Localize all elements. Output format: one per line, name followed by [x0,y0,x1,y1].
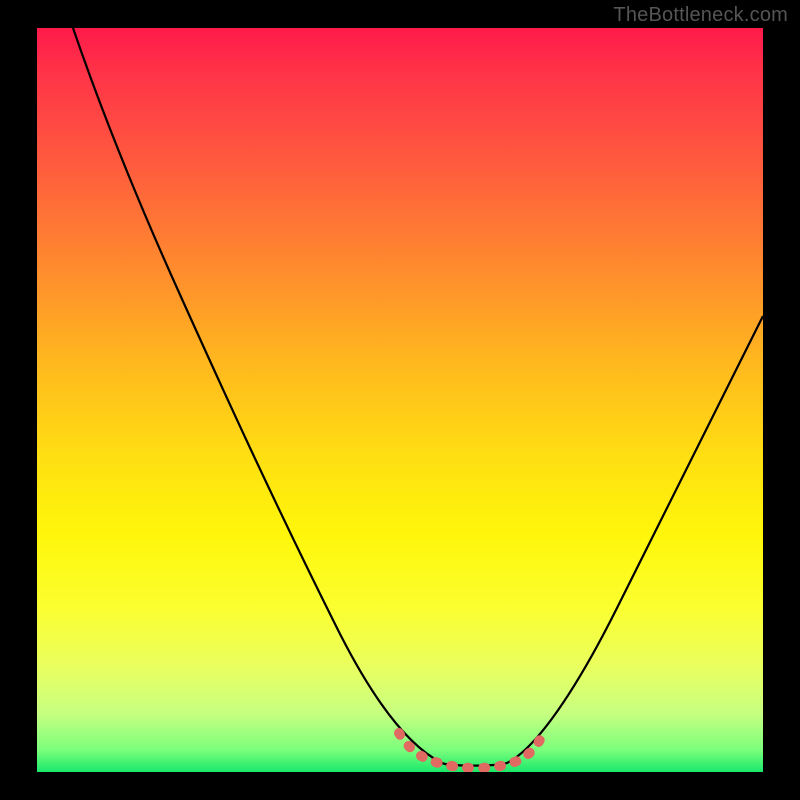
chart-frame: TheBottleneck.com [0,0,800,800]
valley-marker [399,733,542,768]
curve-overlay [37,28,763,772]
plot-area [37,28,763,772]
watermark-text: TheBottleneck.com [613,4,788,27]
bottleneck-curve [73,28,763,766]
